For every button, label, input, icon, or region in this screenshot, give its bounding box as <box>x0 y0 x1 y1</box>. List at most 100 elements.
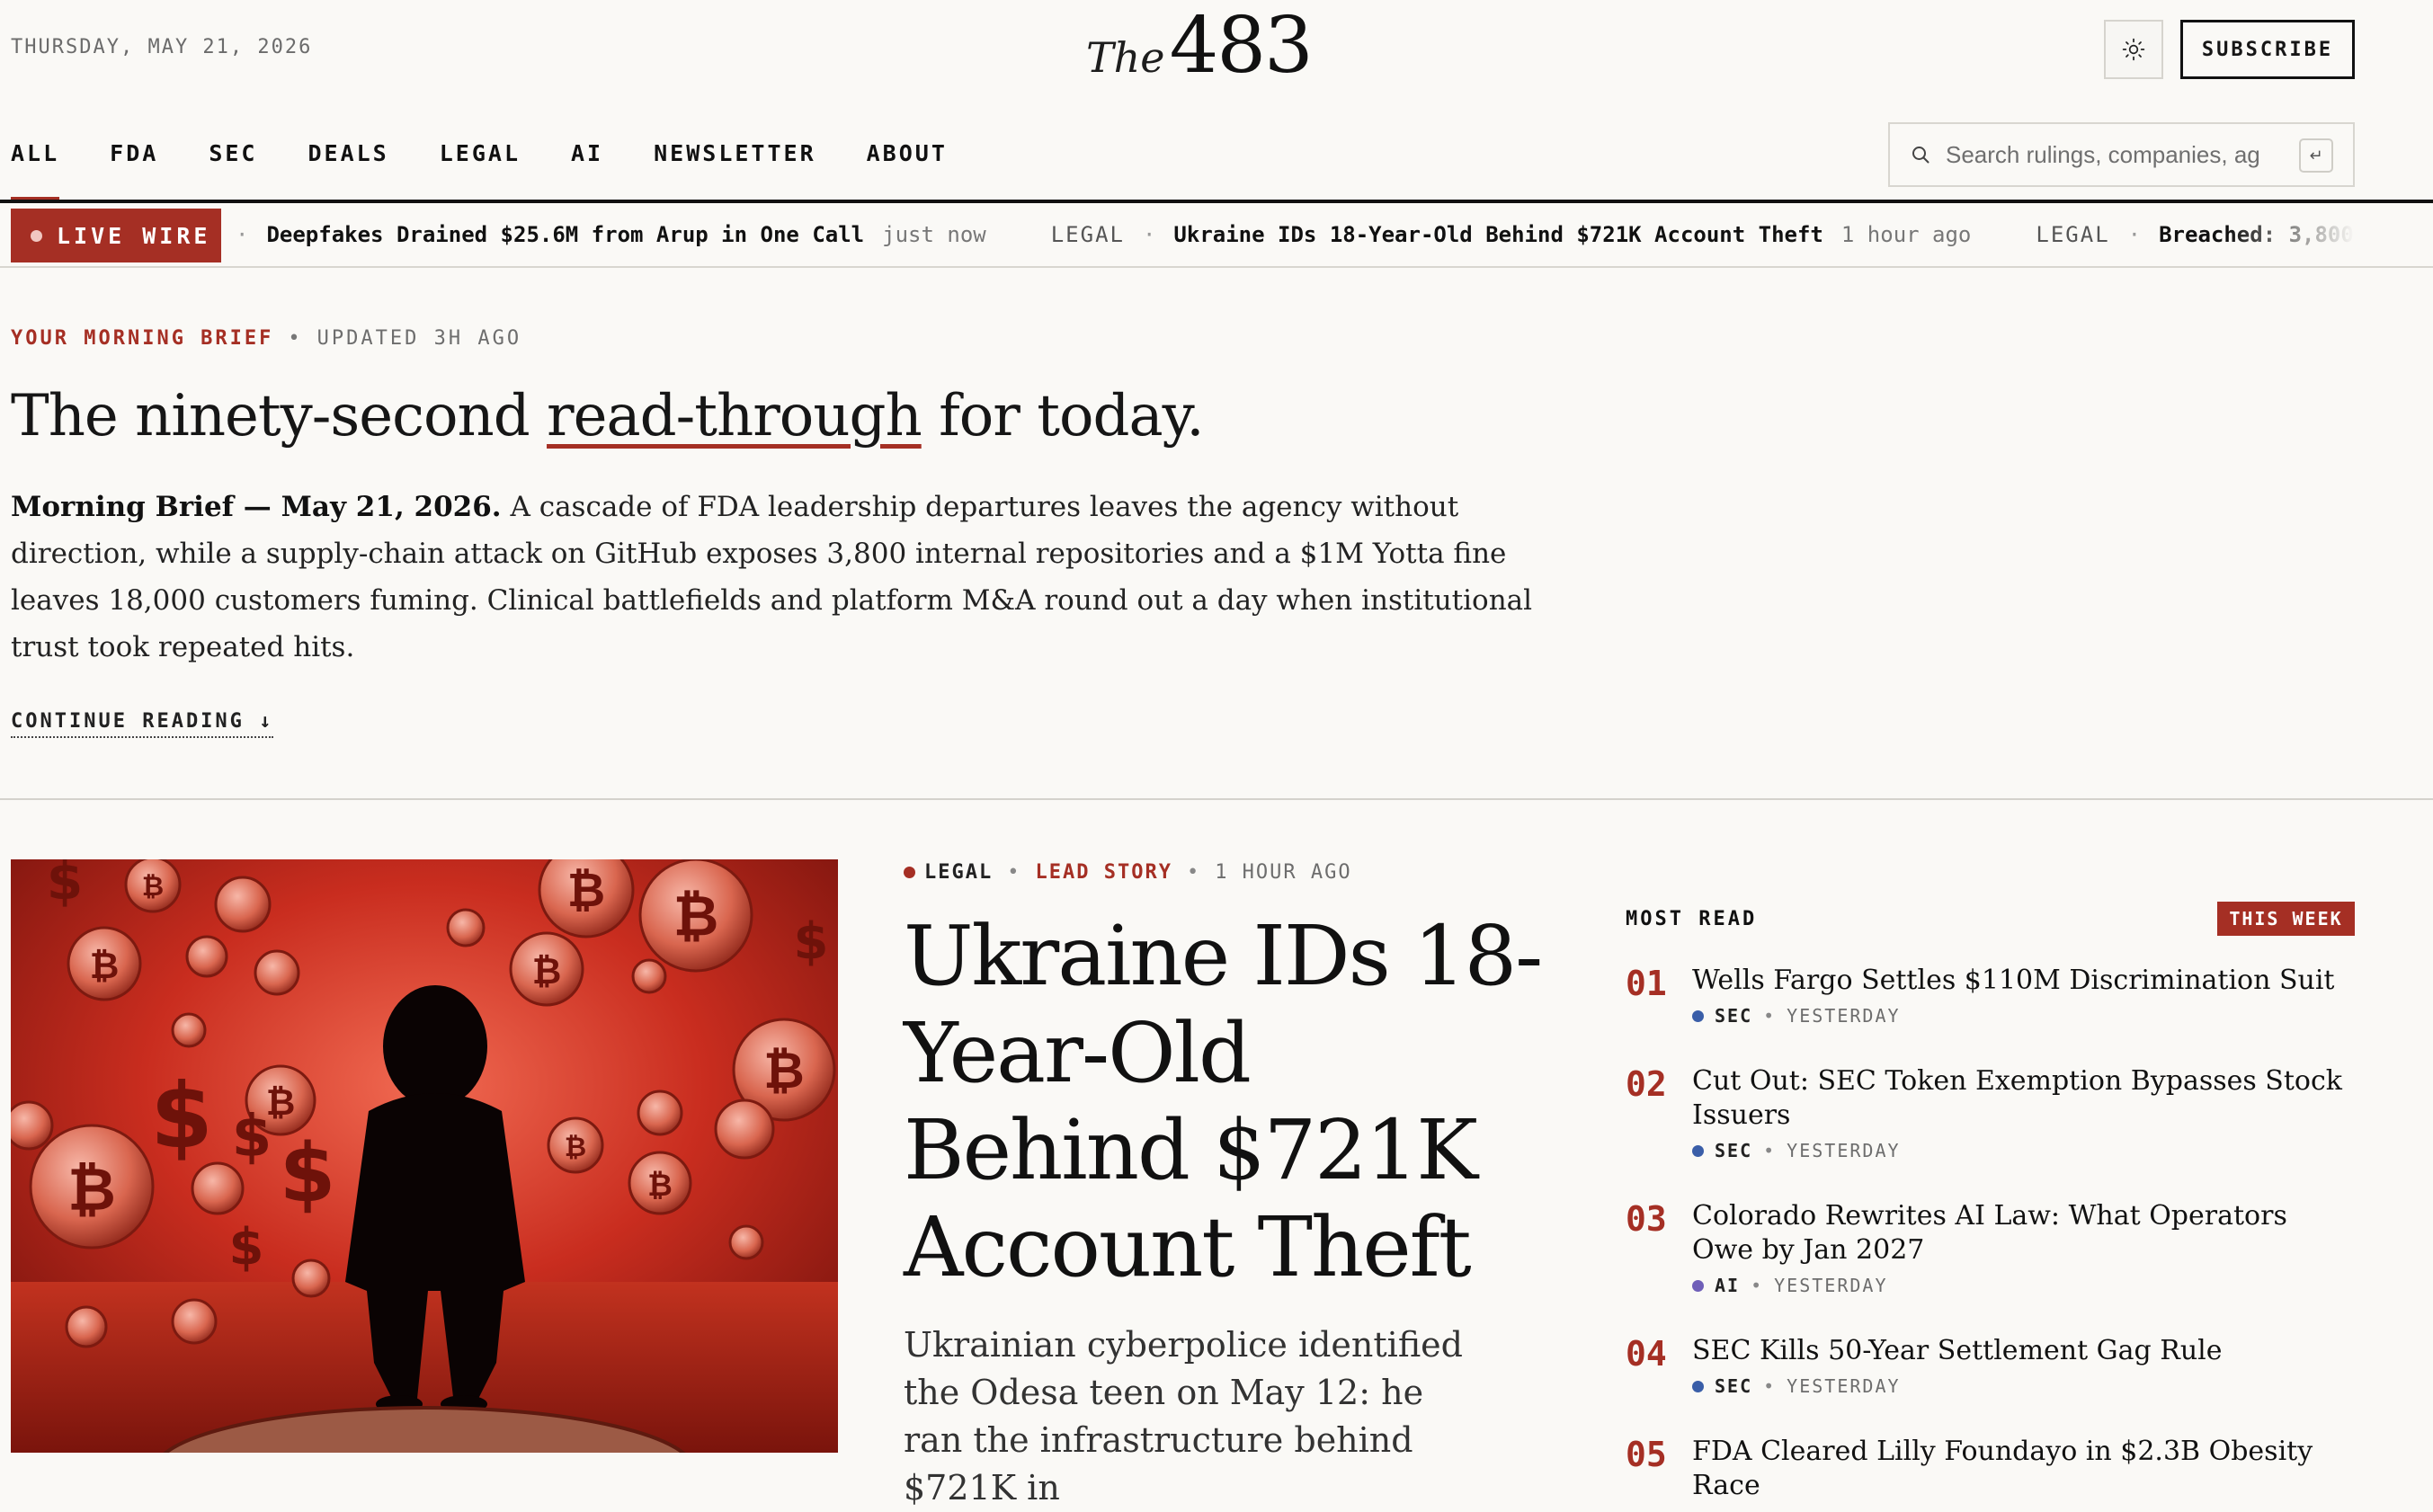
nav-item-newsletter[interactable]: NEWSLETTER <box>654 135 816 201</box>
rank-number: 02 <box>1626 1064 1667 1104</box>
svg-text:₿: ₿ <box>673 883 719 948</box>
wire-title: Ukraine IDs 18-Year-Old Behind $721K Acc… <box>1173 222 1823 247</box>
svg-text:$: $ <box>150 1063 213 1169</box>
nav-item-fda[interactable]: FDA <box>110 135 158 201</box>
wire-separator: · <box>236 222 249 247</box>
lead-story-headline[interactable]: Ukraine IDs 18-Year-Old Behind $721K Acc… <box>904 908 1551 1296</box>
lead-time: 1 HOUR AGO <box>1215 861 1352 884</box>
live-wire-ticker: LIVE WIRE · Deepfakes Drained $25.6M fro… <box>0 203 2433 268</box>
brief-label: YOUR MORNING BRIEF <box>11 327 274 350</box>
enter-key-hint[interactable]: ↵ <box>2299 138 2333 173</box>
most-read-item[interactable]: 05 FDA Cleared Lilly Foundayo in $2.3B O… <box>1626 1435 2355 1501</box>
svg-text:₿: ₿ <box>67 1155 116 1224</box>
theme-toggle-button[interactable] <box>2104 20 2163 79</box>
svg-text:$: $ <box>47 859 83 912</box>
most-read-headline[interactable]: Wells Fargo Settles $110M Discrimination… <box>1692 964 2355 998</box>
nav-item-about[interactable]: ABOUT <box>867 135 948 201</box>
most-read-title: MOST READ <box>1626 908 1758 930</box>
logo-prefix: The <box>1086 33 1165 82</box>
lead-story-tag: LEAD STORY <box>1035 861 1172 884</box>
svg-text:$: $ <box>229 1218 264 1276</box>
nav-item-deals[interactable]: DEALS <box>307 135 388 201</box>
brief-kicker: YOUR MORNING BRIEF • UPDATED 3H AGO <box>11 327 521 350</box>
lead-story-dek: Ukrainian cyberpolice identified the Ode… <box>904 1325 1463 1508</box>
most-read-item[interactable]: 03 Colorado Rewrites AI Law: What Operat… <box>1626 1199 2355 1334</box>
category-dot-icon <box>1692 1009 1704 1022</box>
sun-icon <box>2122 38 2145 61</box>
search-input[interactable] <box>1944 139 2280 170</box>
item-time: YESTERDAY <box>1787 1140 1901 1161</box>
wire-title: Deepfakes Drained $25.6M from Arup in On… <box>266 222 865 247</box>
wire-time: just now <box>882 222 986 247</box>
svg-text:₿: ₿ <box>532 951 562 992</box>
wire-category: LEGAL <box>2036 222 2110 247</box>
most-read-headline[interactable]: Cut Out: SEC Token Exemption Bypasses St… <box>1692 1064 2355 1133</box>
logo-number: 483 <box>1169 1 1314 91</box>
live-wire-badge: LIVE WIRE <box>11 209 221 262</box>
bullet-separator: • <box>1763 1005 1777 1027</box>
most-read-item[interactable]: 04 SEC Kills 50-Year Settlement Gag Rule… <box>1626 1334 2355 1435</box>
nav-item-ai[interactable]: AI <box>571 135 603 201</box>
svg-text:₿: ₿ <box>565 1132 586 1163</box>
svg-text:$: $ <box>232 1104 272 1170</box>
svg-text:$: $ <box>280 1126 336 1221</box>
bullet-separator: • <box>1007 861 1021 884</box>
brief-body-lead: Morning Brief — May 21, 2026. <box>11 491 502 523</box>
svg-text:₿: ₿ <box>647 1168 673 1204</box>
category-dot-icon <box>1692 1279 1704 1292</box>
lead-category[interactable]: LEGAL <box>924 861 993 884</box>
rank-number: 04 <box>1626 1334 1667 1374</box>
dateline: THURSDAY, MAY 21, 2026 <box>11 36 313 58</box>
wire-separator: · <box>1142 222 1156 247</box>
most-read-headline[interactable]: FDA Cleared Lilly Foundayo in $2.3B Obes… <box>1692 1435 2355 1503</box>
svg-text:₿: ₿ <box>567 864 605 918</box>
brief-updated: UPDATED 3H AGO <box>316 327 522 350</box>
wire-item[interactable]: LEGAL · Breached: 3,800 <box>2036 222 2353 247</box>
item-time: YESTERDAY <box>1787 1005 1901 1027</box>
rank-number: 05 <box>1626 1435 1667 1474</box>
section-divider <box>0 798 2433 800</box>
most-read-headline[interactable]: Colorado Rewrites AI Law: What Operators… <box>1692 1199 2355 1267</box>
nav-item-legal[interactable]: LEGAL <box>440 135 521 201</box>
item-time: YESTERDAY <box>1774 1275 1888 1296</box>
site-logo[interactable]: The 483 <box>1086 7 1314 84</box>
brief-headline[interactable]: The ninety-second read-through for today… <box>11 383 1205 449</box>
svg-text:₿: ₿ <box>142 871 164 903</box>
item-category: SEC <box>1715 1005 1753 1027</box>
search-icon <box>1912 147 1929 164</box>
wire-item[interactable]: · Deepfakes Drained $25.6M from Arup in … <box>236 222 986 247</box>
wire-title: Breached: 3,800 <box>2159 222 2354 247</box>
item-time: YESTERDAY <box>1787 1375 1901 1397</box>
live-wire-label: LIVE WIRE <box>57 222 211 249</box>
most-read-item[interactable]: 02 Cut Out: SEC Token Exemption Bypasses… <box>1626 1064 2355 1199</box>
item-category: SEC <box>1715 1375 1753 1397</box>
bullet-separator: • <box>1751 1275 1764 1296</box>
wire-track: · Deepfakes Drained $25.6M from Arup in … <box>236 203 2355 266</box>
bullet-separator: • <box>288 327 303 350</box>
most-read-item[interactable]: 01 Wells Fargo Settles $110M Discriminat… <box>1626 964 2355 1064</box>
live-dot-icon <box>31 229 42 242</box>
item-category: AI <box>1715 1275 1741 1296</box>
category-dot-icon <box>1692 1380 1704 1392</box>
wire-time: 1 hour ago <box>1840 222 1972 247</box>
nav-item-sec[interactable]: SEC <box>209 135 257 201</box>
rank-number: 01 <box>1626 964 1667 1003</box>
wire-item[interactable]: LEGAL · Ukraine IDs 18-Year-Old Behind $… <box>1051 222 1972 247</box>
headline-highlight: read-through <box>547 383 922 449</box>
svg-text:₿: ₿ <box>90 946 120 987</box>
most-read-period-badge[interactable]: THIS WEEK <box>2217 902 2355 936</box>
section-nav: ALL FDA SEC DEALS LEGAL AI NEWSLETTER AB… <box>11 135 998 201</box>
search-box: ↵ <box>1888 122 2355 187</box>
most-read-headline[interactable]: SEC Kills 50-Year Settlement Gag Rule <box>1692 1334 2355 1368</box>
hooded-figure-bitcoin-illustration: ₿ ₿ ₿₿ ₿₿ ₿₿ ₿₿ $$ $$ $$ <box>11 859 838 1453</box>
rank-number: 03 <box>1626 1199 1667 1239</box>
wire-category: LEGAL <box>1050 222 1125 247</box>
subscribe-button[interactable]: SUBSCRIBE <box>2180 20 2355 79</box>
svg-text:₿: ₿ <box>763 1042 805 1100</box>
lead-story-meta: LEGAL • LEAD STORY • 1 HOUR AGO <box>904 861 1352 884</box>
headline-part: for today. <box>921 383 1205 449</box>
category-dot-icon <box>904 867 915 878</box>
nav-item-all[interactable]: ALL <box>11 135 60 201</box>
lead-story-image[interactable]: ₿ ₿ ₿ ₿ ₿ ₿ ₿ ₿ ₿ ₿ $ $ $ $ $ $ <box>11 859 838 1453</box>
continue-reading-link[interactable]: CONTINUE READING ↓ <box>11 710 274 738</box>
